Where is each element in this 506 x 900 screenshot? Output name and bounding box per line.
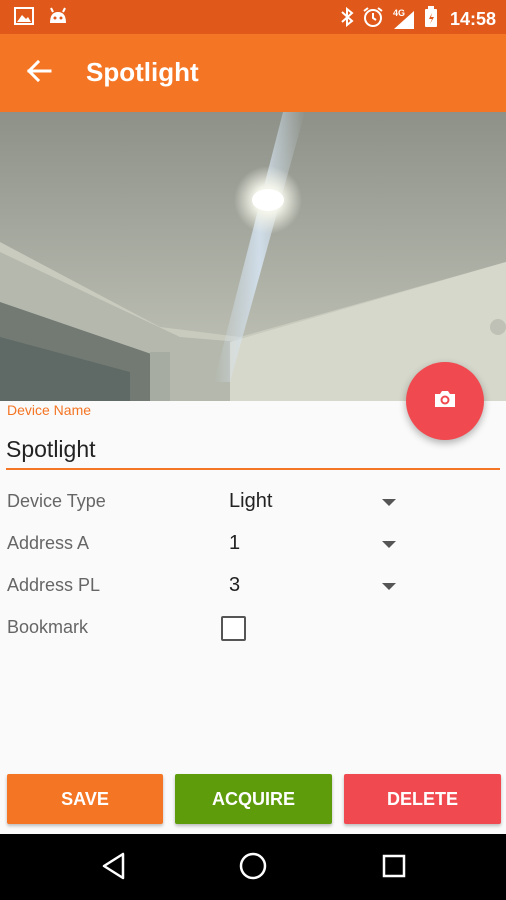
address-a-dropdown[interactable]: 1 [222,526,402,562]
device-photo [0,112,506,401]
dropdown-arrow-icon [382,541,396,548]
nav-back-button[interactable] [97,851,131,885]
battery-icon [424,6,438,33]
network-type: 4G [392,7,405,18]
acquire-button[interactable]: ACQUIRE [175,774,332,824]
device-name-input[interactable] [6,430,500,470]
navigation-bar [0,834,506,900]
device-type-label: Device Type [7,491,106,511]
alarm-icon [362,6,384,33]
address-a-value: 1 [229,532,241,554]
signal-icon: 4G [392,7,416,31]
bluetooth-icon [340,6,354,32]
delete-button[interactable]: DELETE [344,774,501,824]
dropdown-arrow-icon [382,583,396,590]
camera-icon [433,389,457,414]
recents-square-icon [381,853,407,884]
address-a-label: Address A [7,533,90,553]
back-button[interactable] [18,54,60,92]
save-button[interactable]: SAVE [7,774,163,824]
nav-recents-button[interactable] [377,851,411,885]
dropdown-arrow-icon [382,499,396,506]
arrow-back-icon [26,59,52,88]
address-pl-label: Address PL [7,575,101,595]
address-pl-value: 3 [229,574,241,596]
device-type-value: Light [229,490,273,512]
camera-button[interactable] [406,362,484,440]
address-pl-dropdown[interactable]: 3 [222,568,402,604]
page-title: Spotlight [86,57,199,87]
image-icon [14,7,34,30]
bookmark-checkbox[interactable] [221,616,246,641]
device-name-label: Device Name [7,402,92,418]
android-icon [48,7,68,30]
nav-home-button[interactable] [236,851,270,885]
bookmark-label: Bookmark [7,617,89,637]
status-bar: 4G 14:58 [0,0,506,34]
status-time: 14:58 [449,9,496,29]
app-bar: Spotlight [0,34,506,112]
home-circle-icon [238,851,268,886]
back-triangle-icon [101,852,127,885]
device-type-dropdown[interactable]: Light [222,484,402,520]
